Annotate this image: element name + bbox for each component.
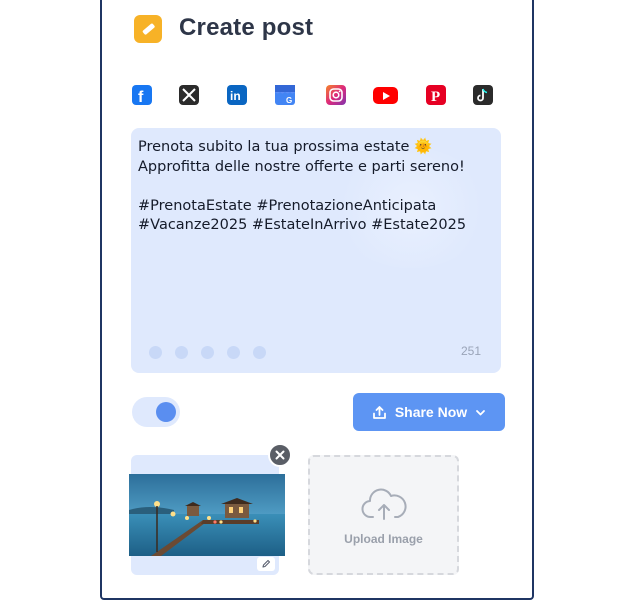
pencil-icon: [134, 15, 162, 43]
x-icon[interactable]: [179, 85, 199, 105]
svg-text:P: P: [431, 89, 440, 105]
page-title: Create post: [179, 14, 314, 41]
facebook-icon[interactable]: f: [132, 85, 152, 105]
share-now-label: Share Now: [394, 404, 468, 420]
pinterest-icon[interactable]: P: [426, 85, 446, 105]
upload-image-dropzone[interactable]: Upload Image: [308, 455, 459, 575]
schedule-toggle[interactable]: [132, 397, 180, 427]
post-text-editor[interactable]: Prenota subito la tua prossima estate 🌞 …: [131, 128, 501, 373]
instagram-icon[interactable]: [326, 85, 346, 105]
svg-text:in: in: [230, 89, 241, 103]
google-business-icon[interactable]: G: [275, 85, 295, 105]
pencil-icon: [262, 559, 271, 568]
upload-image-label: Upload Image: [344, 532, 423, 546]
character-count: 251: [461, 344, 482, 358]
ai-assist-icon[interactable]: [227, 346, 240, 359]
share-icon: [372, 405, 386, 419]
attached-photo[interactable]: [129, 474, 285, 556]
svg-text:G: G: [286, 96, 292, 105]
chevron-down-icon[interactable]: [475, 407, 486, 418]
tiktok-icon[interactable]: [473, 85, 493, 105]
cloud-upload-icon: [361, 488, 407, 520]
post-text[interactable]: Prenota subito la tua prossima estate 🌞 …: [138, 138, 494, 236]
mention-icon[interactable]: [201, 346, 214, 359]
linkedin-icon[interactable]: in: [227, 85, 247, 105]
svg-text:f: f: [138, 89, 144, 105]
share-now-button[interactable]: Share Now: [353, 393, 505, 431]
edit-image-button[interactable]: [257, 557, 275, 571]
emoji-icon[interactable]: [149, 346, 162, 359]
toggle-knob: [156, 402, 176, 422]
hashtag-icon[interactable]: [175, 346, 188, 359]
link-icon[interactable]: [253, 346, 266, 359]
close-icon: [275, 450, 285, 460]
youtube-icon[interactable]: [373, 87, 398, 104]
remove-image-button[interactable]: [268, 443, 292, 467]
